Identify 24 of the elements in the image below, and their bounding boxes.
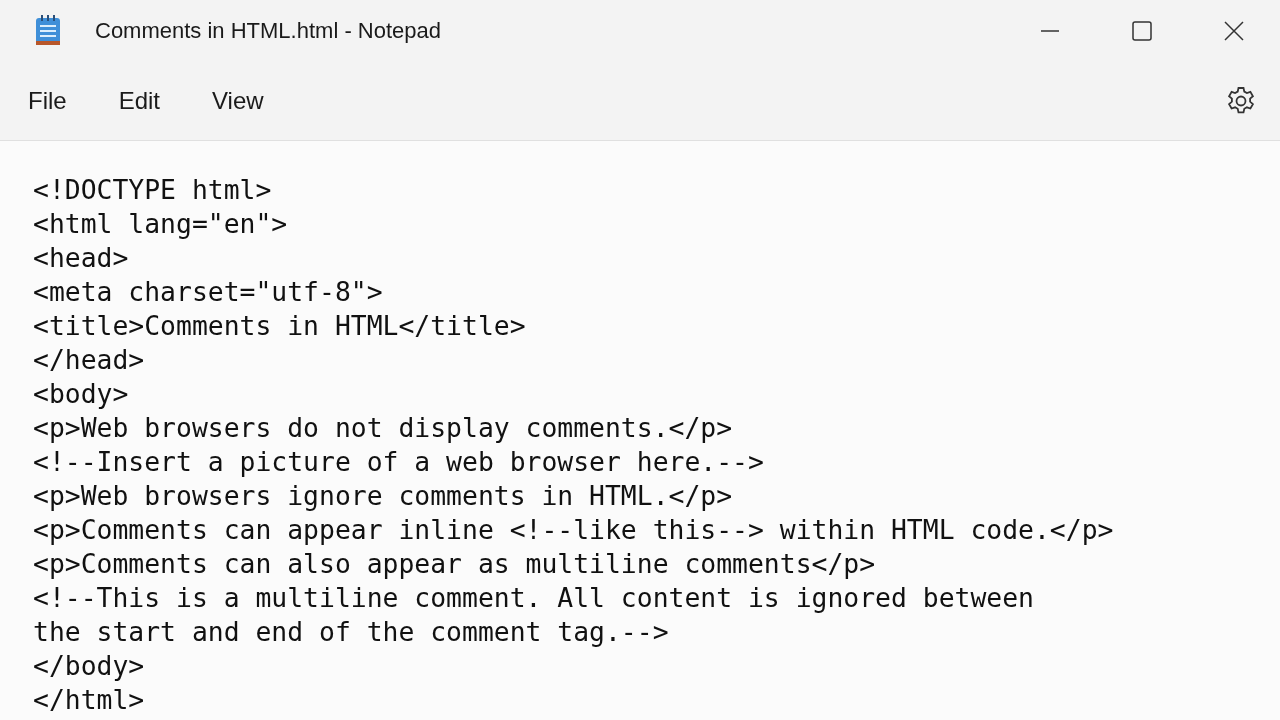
code-line: <meta charset="utf-8"> xyxy=(33,275,384,309)
maximize-icon[interactable] xyxy=(1132,21,1152,41)
menu-item[interactable]: Edit xyxy=(102,81,177,121)
code-line: <!--Insert a picture of a web browser here.--> xyxy=(33,445,765,479)
code-line: <!DOCTYPE html> xyxy=(33,173,273,207)
code-line: <body> xyxy=(33,377,130,411)
code-line: <title>Comments in HTML</title> xyxy=(33,309,527,343)
menu-item[interactable]: View xyxy=(196,81,280,121)
code-line: <html lang="en"> xyxy=(33,207,289,241)
code-line: </html> xyxy=(33,683,146,717)
code-line: <p>Comments can also appear as multiline comments</p> xyxy=(33,547,877,581)
code-line: </head> xyxy=(33,343,146,377)
code-line: <p>Web browsers ignore comments in HTML.</p> xyxy=(33,479,734,513)
code-line: <p>Comments can appear inline <!--like this--> within HTML code.</p> xyxy=(33,513,1115,547)
window-title: Comments in HTML.html - Notepad xyxy=(95,18,441,44)
close-icon[interactable] xyxy=(1224,21,1244,41)
code-line: <head> xyxy=(33,241,130,275)
notepad-icon xyxy=(35,15,61,47)
code-line: <p>Web browsers do not display comments.</p> xyxy=(33,411,734,445)
menu-item[interactable]: File xyxy=(12,81,83,121)
settings-icon[interactable] xyxy=(1226,86,1256,116)
code-line: <!--This is a multiline comment. All content is ignored between xyxy=(33,581,1035,615)
code-line: </body> xyxy=(33,649,146,683)
code-line: the start and end of the comment tag.--> xyxy=(33,615,670,649)
